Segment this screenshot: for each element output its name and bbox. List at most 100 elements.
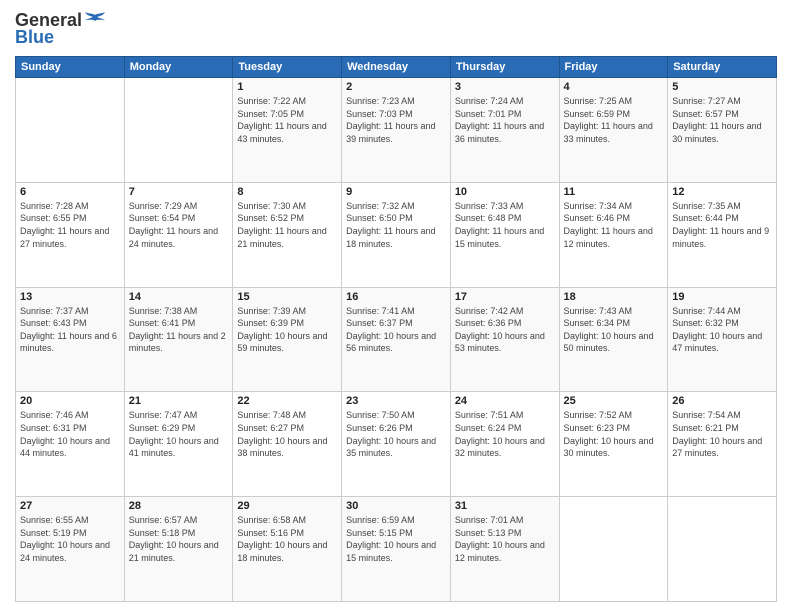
day-number: 11 xyxy=(564,186,664,198)
header-tuesday: Tuesday xyxy=(233,57,342,78)
calendar-cell: 12 Sunrise: 7:35 AMSunset: 6:44 PMDayligh… xyxy=(668,182,777,287)
cell-content: Sunrise: 7:01 AMSunset: 5:13 PMDaylight:… xyxy=(455,514,555,564)
cell-content: Sunrise: 6:59 AMSunset: 5:15 PMDaylight:… xyxy=(346,514,446,564)
cell-content: Sunrise: 6:58 AMSunset: 5:16 PMDaylight:… xyxy=(237,514,337,564)
calendar-cell: 17 Sunrise: 7:42 AMSunset: 6:36 PMDayligh… xyxy=(450,287,559,392)
day-number: 24 xyxy=(455,395,555,407)
day-number: 21 xyxy=(129,395,229,407)
day-number: 26 xyxy=(672,395,772,407)
calendar-cell xyxy=(124,78,233,183)
cell-content: Sunrise: 7:39 AMSunset: 6:39 PMDaylight:… xyxy=(237,305,337,355)
day-number: 5 xyxy=(672,81,772,93)
cell-content: Sunrise: 7:27 AMSunset: 6:57 PMDaylight:… xyxy=(672,95,772,145)
calendar-cell xyxy=(16,78,125,183)
cell-content: Sunrise: 7:48 AMSunset: 6:27 PMDaylight:… xyxy=(237,409,337,459)
calendar-cell: 13Sunrise: 7:37 AMSunset: 6:43 PMDayligh… xyxy=(16,287,125,392)
cell-content: Sunrise: 7:52 AMSunset: 6:23 PMDaylight:… xyxy=(564,409,664,459)
calendar-cell: 3 Sunrise: 7:24 AMSunset: 7:01 PMDaylight… xyxy=(450,78,559,183)
calendar-cell: 16 Sunrise: 7:41 AMSunset: 6:37 PMDayligh… xyxy=(342,287,451,392)
calendar-cell: 10 Sunrise: 7:33 AMSunset: 6:48 PMDayligh… xyxy=(450,182,559,287)
day-number: 23 xyxy=(346,395,446,407)
cell-content: Sunrise: 7:54 AMSunset: 6:21 PMDaylight:… xyxy=(672,409,772,459)
calendar-cell: 30 Sunrise: 6:59 AMSunset: 5:15 PMDayligh… xyxy=(342,497,451,602)
calendar-header-row: SundayMondayTuesdayWednesdayThursdayFrid… xyxy=(16,57,777,78)
day-number: 8 xyxy=(237,186,337,198)
calendar-cell: 1 Sunrise: 7:22 AMSunset: 7:05 PMDaylight… xyxy=(233,78,342,183)
cell-content: Sunrise: 7:41 AMSunset: 6:37 PMDaylight:… xyxy=(346,305,446,355)
day-number: 25 xyxy=(564,395,664,407)
cell-content: Sunrise: 7:24 AMSunset: 7:01 PMDaylight:… xyxy=(455,95,555,145)
day-number: 4 xyxy=(564,81,664,93)
cell-content: Sunrise: 7:51 AMSunset: 6:24 PMDaylight:… xyxy=(455,409,555,459)
day-number: 3 xyxy=(455,81,555,93)
day-number: 20 xyxy=(20,395,120,407)
calendar-cell: 31 Sunrise: 7:01 AMSunset: 5:13 PMDayligh… xyxy=(450,497,559,602)
header: General Blue xyxy=(15,10,777,48)
calendar-cell: 21 Sunrise: 7:47 AMSunset: 6:29 PMDayligh… xyxy=(124,392,233,497)
week-row-1: 6Sunrise: 7:28 AMSunset: 6:55 PMDaylight… xyxy=(16,182,777,287)
day-number: 15 xyxy=(237,291,337,303)
calendar-cell xyxy=(668,497,777,602)
week-row-4: 27Sunrise: 6:55 AMSunset: 5:19 PMDayligh… xyxy=(16,497,777,602)
cell-content: Sunrise: 7:28 AMSunset: 6:55 PMDaylight:… xyxy=(20,200,120,250)
day-number: 27 xyxy=(20,500,120,512)
calendar-cell: 2 Sunrise: 7:23 AMSunset: 7:03 PMDaylight… xyxy=(342,78,451,183)
cell-content: Sunrise: 7:35 AMSunset: 6:44 PMDaylight:… xyxy=(672,200,772,250)
day-number: 19 xyxy=(672,291,772,303)
calendar-cell: 25 Sunrise: 7:52 AMSunset: 6:23 PMDayligh… xyxy=(559,392,668,497)
header-wednesday: Wednesday xyxy=(342,57,451,78)
calendar-cell xyxy=(559,497,668,602)
cell-content: Sunrise: 7:38 AMSunset: 6:41 PMDaylight:… xyxy=(129,305,229,355)
day-number: 2 xyxy=(346,81,446,93)
cell-content: Sunrise: 6:57 AMSunset: 5:18 PMDaylight:… xyxy=(129,514,229,564)
week-row-3: 20Sunrise: 7:46 AMSunset: 6:31 PMDayligh… xyxy=(16,392,777,497)
calendar-cell: 7Sunrise: 7:29 AMSunset: 6:54 PMDaylight… xyxy=(124,182,233,287)
calendar-cell: 28 Sunrise: 6:57 AMSunset: 5:18 PMDayligh… xyxy=(124,497,233,602)
cell-content: Sunrise: 7:43 AMSunset: 6:34 PMDaylight:… xyxy=(564,305,664,355)
cell-content: Sunrise: 7:23 AMSunset: 7:03 PMDaylight:… xyxy=(346,95,446,145)
day-number: 17 xyxy=(455,291,555,303)
calendar-cell: 24 Sunrise: 7:51 AMSunset: 6:24 PMDayligh… xyxy=(450,392,559,497)
logo-bird-icon xyxy=(84,12,106,30)
calendar-table: SundayMondayTuesdayWednesdayThursdayFrid… xyxy=(15,56,777,602)
day-number: 28 xyxy=(129,500,229,512)
header-sunday: Sunday xyxy=(16,57,125,78)
calendar-cell: 29Sunrise: 6:58 AMSunset: 5:16 PMDayligh… xyxy=(233,497,342,602)
header-friday: Friday xyxy=(559,57,668,78)
calendar-cell: 6Sunrise: 7:28 AMSunset: 6:55 PMDaylight… xyxy=(16,182,125,287)
day-number: 18 xyxy=(564,291,664,303)
cell-content: Sunrise: 7:37 AMSunset: 6:43 PMDaylight:… xyxy=(20,305,120,355)
day-number: 16 xyxy=(346,291,446,303)
calendar-cell: 11 Sunrise: 7:34 AMSunset: 6:46 PMDayligh… xyxy=(559,182,668,287)
day-number: 10 xyxy=(455,186,555,198)
day-number: 30 xyxy=(346,500,446,512)
day-number: 12 xyxy=(672,186,772,198)
calendar-cell: 18 Sunrise: 7:43 AMSunset: 6:34 PMDayligh… xyxy=(559,287,668,392)
logo: General Blue xyxy=(15,10,106,48)
day-number: 9 xyxy=(346,186,446,198)
cell-content: Sunrise: 7:47 AMSunset: 6:29 PMDaylight:… xyxy=(129,409,229,459)
cell-content: Sunrise: 7:44 AMSunset: 6:32 PMDaylight:… xyxy=(672,305,772,355)
cell-content: Sunrise: 7:32 AMSunset: 6:50 PMDaylight:… xyxy=(346,200,446,250)
calendar-cell: 23Sunrise: 7:50 AMSunset: 6:26 PMDayligh… xyxy=(342,392,451,497)
week-row-0: 1 Sunrise: 7:22 AMSunset: 7:05 PMDaylight… xyxy=(16,78,777,183)
calendar-cell: 22 Sunrise: 7:48 AMSunset: 6:27 PMDayligh… xyxy=(233,392,342,497)
cell-content: Sunrise: 7:33 AMSunset: 6:48 PMDaylight:… xyxy=(455,200,555,250)
calendar-cell: 26 Sunrise: 7:54 AMSunset: 6:21 PMDayligh… xyxy=(668,392,777,497)
cell-content: Sunrise: 7:25 AMSunset: 6:59 PMDaylight:… xyxy=(564,95,664,145)
day-number: 22 xyxy=(237,395,337,407)
day-number: 1 xyxy=(237,81,337,93)
cell-content: Sunrise: 7:30 AMSunset: 6:52 PMDaylight:… xyxy=(237,200,337,250)
cell-content: Sunrise: 7:22 AMSunset: 7:05 PMDaylight:… xyxy=(237,95,337,145)
calendar-cell: 9 Sunrise: 7:32 AMSunset: 6:50 PMDaylight… xyxy=(342,182,451,287)
calendar-cell: 19 Sunrise: 7:44 AMSunset: 6:32 PMDayligh… xyxy=(668,287,777,392)
calendar-cell: 20Sunrise: 7:46 AMSunset: 6:31 PMDayligh… xyxy=(16,392,125,497)
day-number: 14 xyxy=(129,291,229,303)
header-monday: Monday xyxy=(124,57,233,78)
calendar-cell: 15 Sunrise: 7:39 AMSunset: 6:39 PMDayligh… xyxy=(233,287,342,392)
day-number: 31 xyxy=(455,500,555,512)
week-row-2: 13Sunrise: 7:37 AMSunset: 6:43 PMDayligh… xyxy=(16,287,777,392)
cell-content: Sunrise: 7:34 AMSunset: 6:46 PMDaylight:… xyxy=(564,200,664,250)
header-thursday: Thursday xyxy=(450,57,559,78)
cell-content: Sunrise: 7:42 AMSunset: 6:36 PMDaylight:… xyxy=(455,305,555,355)
